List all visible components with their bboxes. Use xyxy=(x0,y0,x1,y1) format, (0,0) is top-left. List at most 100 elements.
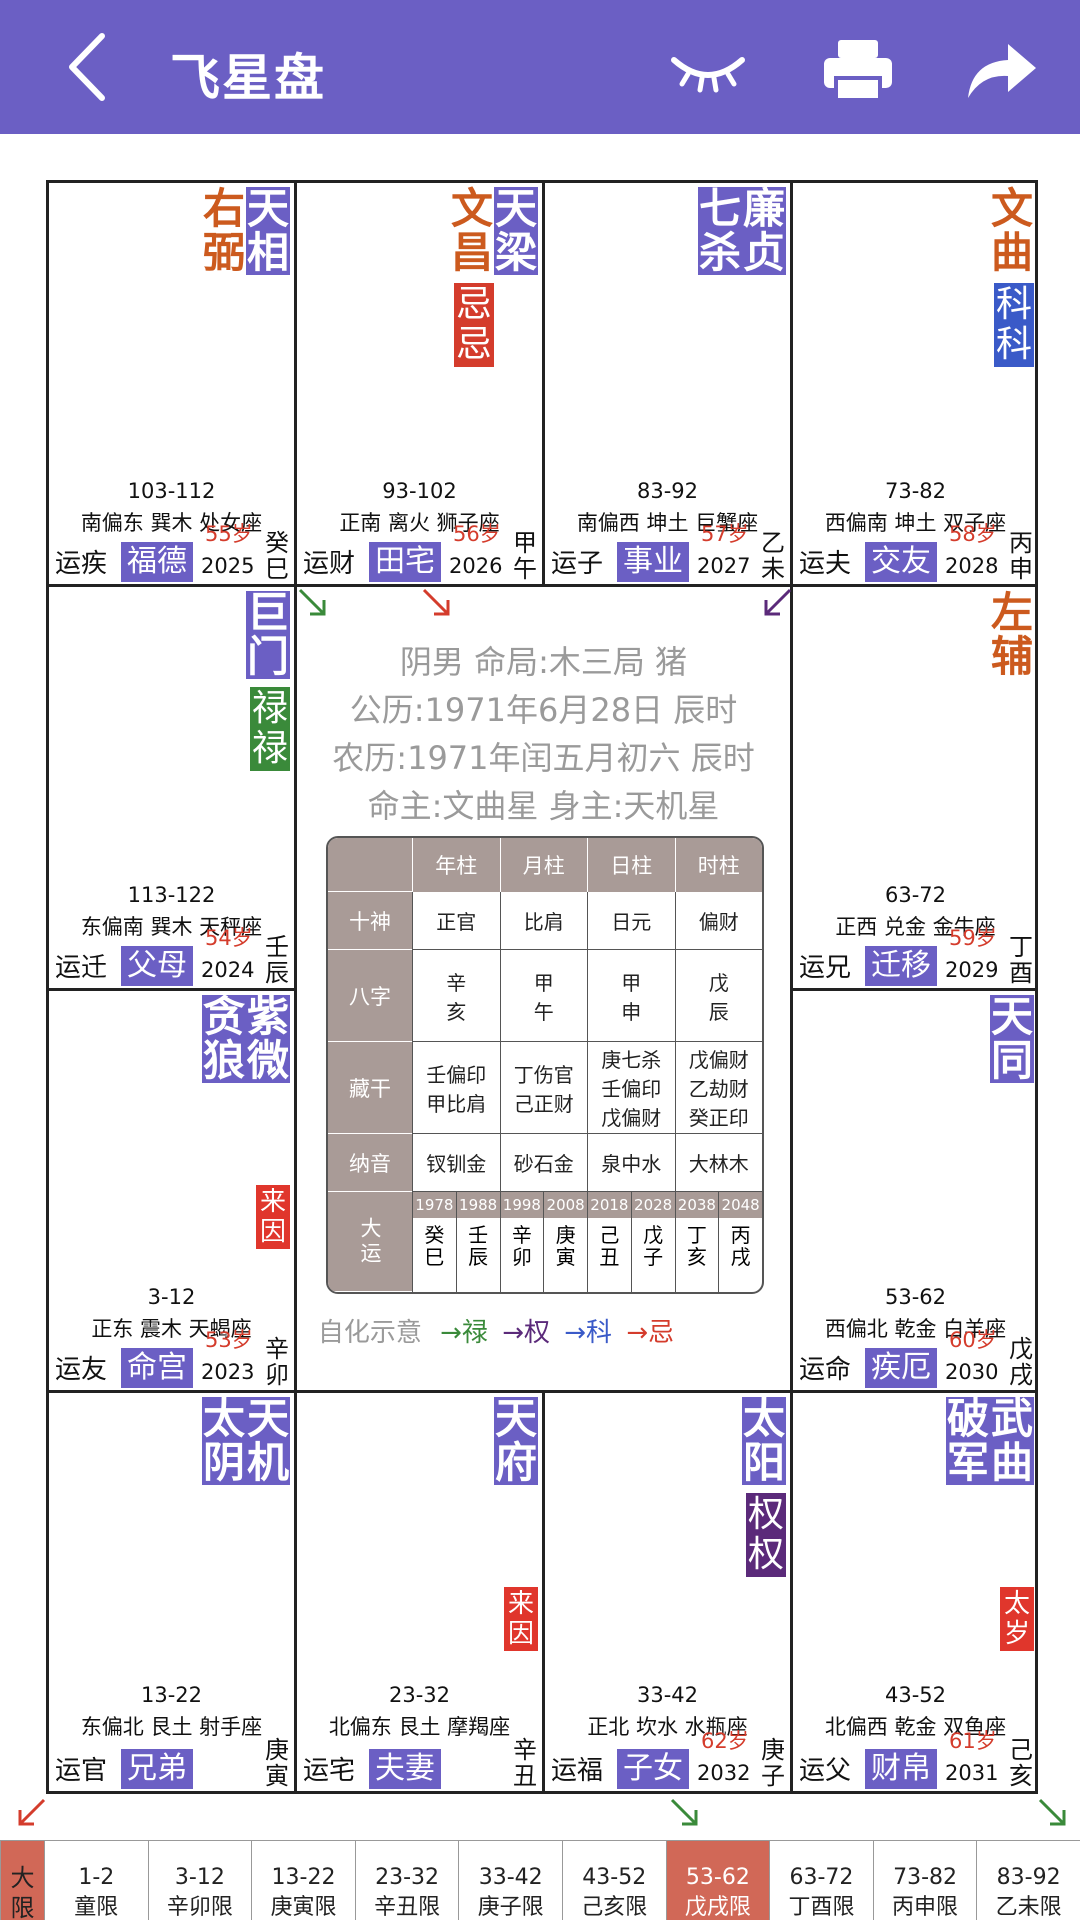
dayun-column[interactable]: 2018 己丑 xyxy=(587,1192,631,1292)
palace-direction: 西偏北 乾金 白羊座 xyxy=(824,1317,1007,1341)
daxian-range: 43-52 xyxy=(582,1865,647,1890)
palace-cell-caibo[interactable]: 武曲破军太岁 43-52 北偏西 乾金 双鱼座 运父 财帛 61岁 2031 己亥 xyxy=(793,1393,1038,1791)
center-lunar-date: 农历:1971年闰五月初六 辰时 xyxy=(332,739,755,777)
dayun-ganzhi: 丁亥 xyxy=(686,1223,707,1269)
dayun-column[interactable]: 2008 庚寅 xyxy=(543,1192,587,1292)
dayun-column[interactable]: 1978 癸巳 xyxy=(412,1192,456,1292)
printer-icon[interactable] xyxy=(818,34,898,104)
main-star: 武曲 xyxy=(990,1394,1034,1487)
bazi-pillar: 甲午 xyxy=(499,950,587,1042)
daxian-range: 1-2 xyxy=(78,1865,115,1890)
bazi-row-label: 十神 xyxy=(328,892,412,950)
palace-range: 63-72 xyxy=(884,883,947,907)
daxian-ganzhi: 辛卯限 xyxy=(166,1895,233,1920)
bazi-row-label: 纳音 xyxy=(328,1134,412,1192)
bazi-canggan: 丁伤官 己正财 xyxy=(499,1042,587,1134)
center-gregorian-date: 公历:1971年6月28日 辰时 xyxy=(349,691,738,729)
palace-name[interactable]: 田宅 xyxy=(369,542,441,582)
secondary-star: 贪狼 xyxy=(202,992,246,1085)
red-arrow-icon xyxy=(422,588,450,616)
age-label: 57岁 xyxy=(701,522,749,546)
legend-lu: →禄 xyxy=(440,1318,488,1348)
dayun-column[interactable]: 2048 丙戌 xyxy=(718,1192,762,1292)
palace-cell-fuqi[interactable]: 天府来因 23-32 北偏东 艮土 摩羯座 运宅 夫妻 辛丑 xyxy=(297,1393,545,1791)
yun-label: 运命 xyxy=(799,1355,852,1385)
dayun-year: 1998 xyxy=(500,1192,544,1218)
daxian-item[interactable]: 23-32 辛丑限 xyxy=(354,1840,459,1920)
bazi-nayin: 大林木 xyxy=(674,1134,762,1192)
dayun-column[interactable]: 2028 戊子 xyxy=(630,1192,675,1292)
daxian-item[interactable]: 83-92 乙未限 xyxy=(976,1840,1080,1920)
palace-cell-xiongdi[interactable]: 天机太阴 13-22 东偏北 艮土 射手座 运官 兄弟 庚寅 xyxy=(49,1393,297,1791)
ganzhi-label: 癸巳 xyxy=(265,529,289,583)
palace-cell-tianzhai[interactable]: 天梁文昌忌忌 93-102 正南 离火 狮子座 运财 田宅 56岁 2026 甲午 xyxy=(297,183,545,587)
age-label: 60岁 xyxy=(949,1328,997,1352)
bazi-row-label: 藏干 xyxy=(328,1042,412,1134)
bazi-pillar: 戊辰 xyxy=(674,950,762,1042)
palace-direction: 北偏东 艮土 摩羯座 xyxy=(328,1715,511,1739)
palace-direction: 正西 兑金 金牛座 xyxy=(835,915,996,939)
daxian-item[interactable]: 53-62 戊戌限 xyxy=(665,1840,770,1920)
daxian-range: 13-22 xyxy=(271,1865,336,1890)
year-label: 2025 xyxy=(201,554,255,578)
daxian-item[interactable]: 63-72 丁酉限 xyxy=(769,1840,873,1920)
palace-cell-fumu[interactable]: 巨门禄禄 113-122 东偏南 巽木 天秤座 运迁 父母 54岁 2024 壬辰 xyxy=(49,587,297,991)
daxian-item[interactable]: 1-2 童限 xyxy=(44,1840,148,1920)
daxian-item[interactable]: 3-12 辛卯限 xyxy=(147,1840,252,1920)
main-star: 文曲 xyxy=(990,184,1033,277)
year-label: 2026 xyxy=(449,554,503,578)
year-label: 2027 xyxy=(697,554,751,578)
legend-label: 自化示意 xyxy=(317,1318,422,1348)
palace-name[interactable]: 迁移 xyxy=(865,946,937,986)
sihua-badge: 权权 xyxy=(746,1493,786,1577)
purple-arrow-icon xyxy=(764,588,792,616)
legend-quan: →权 xyxy=(502,1318,550,1348)
year-label: 2030 xyxy=(945,1360,999,1384)
daxian-range: 3-12 xyxy=(174,1865,225,1890)
age-label: 55岁 xyxy=(205,522,253,546)
secondary-star: 文昌 xyxy=(450,184,493,277)
palace-name[interactable]: 命宫 xyxy=(121,1348,193,1388)
palace-name[interactable]: 交友 xyxy=(865,542,937,582)
ganzhi-label: 乙未 xyxy=(761,529,785,583)
palace-name[interactable]: 财帛 xyxy=(865,1749,937,1789)
dayun-column[interactable]: 1998 辛卯 xyxy=(499,1192,544,1292)
palace-cell-zinv[interactable]: 太阳权权 33-42 正北 坎水 水瓶座 运福 子女 62岁 2032 庚子 xyxy=(545,1393,793,1791)
yun-label: 运福 xyxy=(551,1756,604,1786)
palace-direction: 东偏南 巽木 天秤座 xyxy=(80,915,263,939)
daxian-range: 83-92 xyxy=(996,1865,1061,1890)
eye-closed-icon[interactable] xyxy=(668,34,748,104)
back-chevron-icon[interactable] xyxy=(60,30,120,104)
palace-direction: 正北 坎水 水瓶座 xyxy=(587,1715,748,1739)
dayun-column[interactable]: 1988 壬辰 xyxy=(455,1192,500,1292)
daxian-item[interactable]: 33-42 庚子限 xyxy=(458,1840,562,1920)
dayun-year: 2008 xyxy=(544,1192,587,1218)
palace-range: 23-32 xyxy=(388,1683,451,1707)
dayun-column[interactable]: 2038 丁亥 xyxy=(674,1192,719,1292)
daxian-item[interactable]: 43-52 己亥限 xyxy=(561,1840,666,1920)
palace-name[interactable]: 夫妻 xyxy=(369,1749,441,1789)
palace-cell-qianyi[interactable]: 左辅 63-72 正西 兑金 金牛座 运兄 迁移 59岁 2029 丁酉 xyxy=(793,587,1038,991)
age-label: 59岁 xyxy=(949,926,997,950)
palace-name[interactable]: 福德 xyxy=(121,542,193,582)
ganzhi-label: 甲午 xyxy=(513,529,537,583)
bazi-pillar: 辛亥 xyxy=(412,950,500,1042)
palace-name[interactable]: 子女 xyxy=(617,1749,689,1789)
daxian-ganzhi: 戊戌限 xyxy=(684,1895,751,1920)
daxian-item[interactable]: 13-22 庚寅限 xyxy=(251,1840,355,1920)
palace-cell-fude[interactable]: 天相右弼 103-112 南偏东 巽木 处女座 运疾 福德 55岁 2025 癸巳 xyxy=(49,183,297,587)
palace-name[interactable]: 父母 xyxy=(121,946,193,986)
bazi-row-label: 大运 xyxy=(328,1192,412,1292)
palace-cell-shiye[interactable]: 廉贞七杀 83-92 南偏西 坤土 巨蟹座 运子 事业 57岁 2027 乙未 xyxy=(545,183,793,587)
daxian-bar: 大限 1-2 童限 3-12 辛卯限 13-22 庚寅限 23-32 辛丑限 33-42 庚子限 4… xyxy=(0,1840,1080,1922)
palace-name[interactable]: 事业 xyxy=(617,542,689,582)
palace-name[interactable]: 疾厄 xyxy=(865,1348,937,1388)
main-star: 巨门 xyxy=(246,588,290,681)
share-icon[interactable] xyxy=(960,34,1040,104)
palace-name[interactable]: 兄弟 xyxy=(121,1749,193,1789)
palace-cell-jiaoyou[interactable]: 文曲科科 73-82 西偏南 坤土 双子座 运夫 交友 58岁 2028 丙申 xyxy=(793,183,1038,587)
palace-cell-jie[interactable]: 天同 53-62 西偏北 乾金 白羊座 运命 疾厄 60岁 2030 戊戌 xyxy=(793,991,1038,1393)
daxian-ganzhi: 庚子限 xyxy=(477,1895,544,1920)
palace-range: 103-112 xyxy=(127,479,216,503)
daxian-item[interactable]: 73-82 丙申限 xyxy=(872,1840,977,1920)
